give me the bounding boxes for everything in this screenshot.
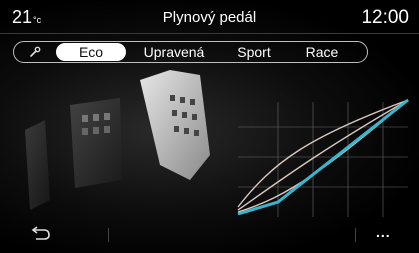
accelerator-pedal-hole <box>170 95 175 101</box>
header-divider <box>0 33 419 34</box>
wrench-icon[interactable] <box>28 45 42 59</box>
accelerator-pedal-hole <box>194 130 199 136</box>
brake-pedal-hole <box>82 115 88 122</box>
back-arrow-icon[interactable] <box>30 226 52 242</box>
more-options-button[interactable]: ... <box>376 224 391 240</box>
pedals-illustration <box>25 70 210 210</box>
accelerator-pedal-hole <box>174 126 179 132</box>
accelerator-pedal-hole <box>184 128 189 134</box>
curve-race <box>237 99 409 208</box>
accelerator-pedal <box>140 70 210 180</box>
page-title: Plynový pedál <box>162 9 257 26</box>
tab-race-label: Race <box>305 44 339 60</box>
footer-divider <box>355 228 356 242</box>
pedal-mode-selector: Eco Upravená Sport Race <box>13 41 368 63</box>
brake-pedal-hole <box>104 113 110 120</box>
screen: 21°c Plynový pedál 12:00 Eco Upravená Sp… <box>0 0 419 253</box>
brake-pedal <box>70 98 122 188</box>
curve-upravena <box>237 99 409 213</box>
brake-pedal-hole <box>104 126 110 133</box>
accelerator-pedal-hole <box>192 114 197 120</box>
tab-eco-label: Eco <box>78 44 104 60</box>
tab-upravena[interactable]: Upravená <box>134 43 214 61</box>
brake-pedal-hole <box>93 127 99 134</box>
tab-sport-label: Sport <box>237 44 271 60</box>
clock: 12:00 <box>361 7 409 28</box>
accelerator-pedal-hole <box>182 112 187 118</box>
tab-upravena-label: Upravená <box>143 44 205 60</box>
tab-eco[interactable]: Eco <box>56 43 126 61</box>
tab-sport[interactable]: Sport <box>226 43 282 61</box>
accelerator-pedal-hole <box>172 110 177 116</box>
footer-divider <box>108 228 109 242</box>
curve-sport <box>237 99 409 211</box>
accelerator-pedal-hole <box>180 97 185 103</box>
brake-pedal-hole <box>93 114 99 121</box>
clutch-pedal <box>25 120 50 210</box>
pedal-response-graph <box>237 98 409 217</box>
accelerator-pedal-hole <box>190 99 195 105</box>
brake-pedal-hole <box>82 128 88 135</box>
tab-race[interactable]: Race <box>294 43 350 61</box>
